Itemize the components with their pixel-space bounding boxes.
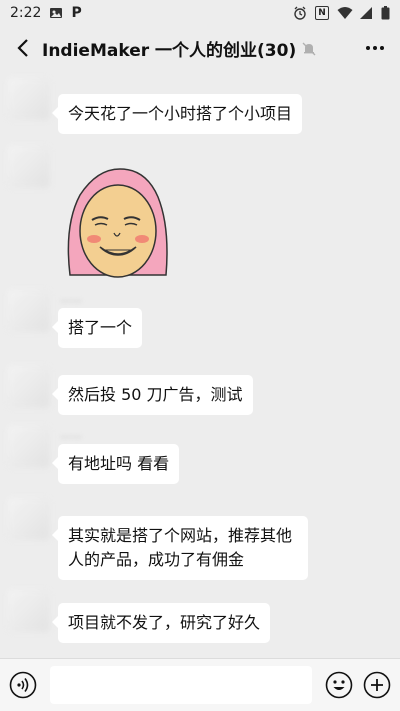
status-left: 2:22 P — [10, 5, 82, 21]
more-options-button[interactable] — [360, 33, 390, 63]
message-bubble[interactable]: 搭了一个 — [51, 308, 143, 348]
pink-hood-face-sticker-icon — [67, 168, 168, 278]
avatar[interactable] — [8, 290, 50, 332]
alarm-icon — [293, 6, 307, 20]
emoji-icon — [325, 671, 353, 699]
back-button[interactable] — [10, 33, 36, 63]
avatar[interactable] — [8, 78, 50, 120]
more-dots-icon — [366, 46, 384, 50]
message-bubble[interactable]: 然后投 50 刀广告，测试 — [52, 375, 253, 415]
chat-header: IndieMaker 一个人的创业(30) — [0, 26, 400, 70]
chat-title: IndieMaker 一个人的创业(30) — [42, 40, 297, 61]
voice-button[interactable] — [8, 670, 38, 700]
message-bubble[interactable]: 其实就是搭了个网站，推荐其他人的产品，成功了有佣金 — [52, 516, 308, 580]
p-notification-icon: P — [71, 5, 82, 21]
status-bar: 2:22 P N — [0, 0, 400, 26]
sender-name: —— — [60, 294, 82, 307]
message-bubble[interactable]: 项目就不发了，研究了好久 — [51, 603, 271, 643]
avatar[interactable] — [8, 426, 50, 468]
nfc-icon: N — [315, 6, 329, 20]
battery-icon — [381, 6, 390, 20]
add-button[interactable] — [362, 670, 392, 700]
avatar[interactable] — [8, 366, 50, 408]
signal-icon — [359, 6, 373, 20]
avatar[interactable] — [8, 498, 50, 540]
message-input[interactable] — [50, 666, 312, 704]
wifi-icon — [337, 6, 353, 20]
input-bar — [0, 658, 400, 711]
message-bubble[interactable]: 今天花了一个小时搭了个小项目 — [51, 94, 303, 134]
sender-name: —— — [60, 430, 82, 443]
emoji-button[interactable] — [324, 670, 354, 700]
avatar[interactable] — [8, 146, 50, 188]
photo-notification-icon — [49, 6, 63, 20]
voice-icon — [9, 671, 37, 699]
sticker-message[interactable] — [62, 165, 172, 280]
status-right: N — [293, 6, 390, 20]
mute-bell-icon — [302, 41, 316, 56]
status-time: 2:22 — [10, 5, 42, 21]
plus-icon — [363, 671, 391, 699]
avatar[interactable] — [8, 590, 50, 632]
message-list[interactable]: 今天花了一个小时搭了个小项目 —— 搭了一个 然后投 50 刀广告，测试 —— … — [0, 70, 400, 658]
back-arrow-icon — [17, 39, 28, 57]
message-bubble[interactable]: 有地址吗 看看 — [51, 444, 180, 484]
